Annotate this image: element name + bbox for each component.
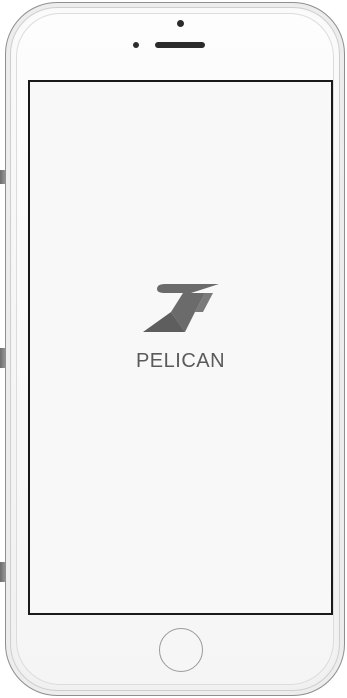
pelican-logo-icon [142, 284, 219, 332]
app-screen[interactable]: PELICAN [28, 80, 333, 615]
earpiece-speaker [155, 42, 205, 48]
splash-content: PELICAN [30, 278, 331, 373]
proximity-sensor [133, 42, 139, 48]
front-camera [177, 20, 184, 27]
device-mockup: PELICAN [0, 0, 347, 698]
home-button[interactable] [159, 628, 203, 672]
app-name-label: PELICAN [135, 350, 226, 372]
